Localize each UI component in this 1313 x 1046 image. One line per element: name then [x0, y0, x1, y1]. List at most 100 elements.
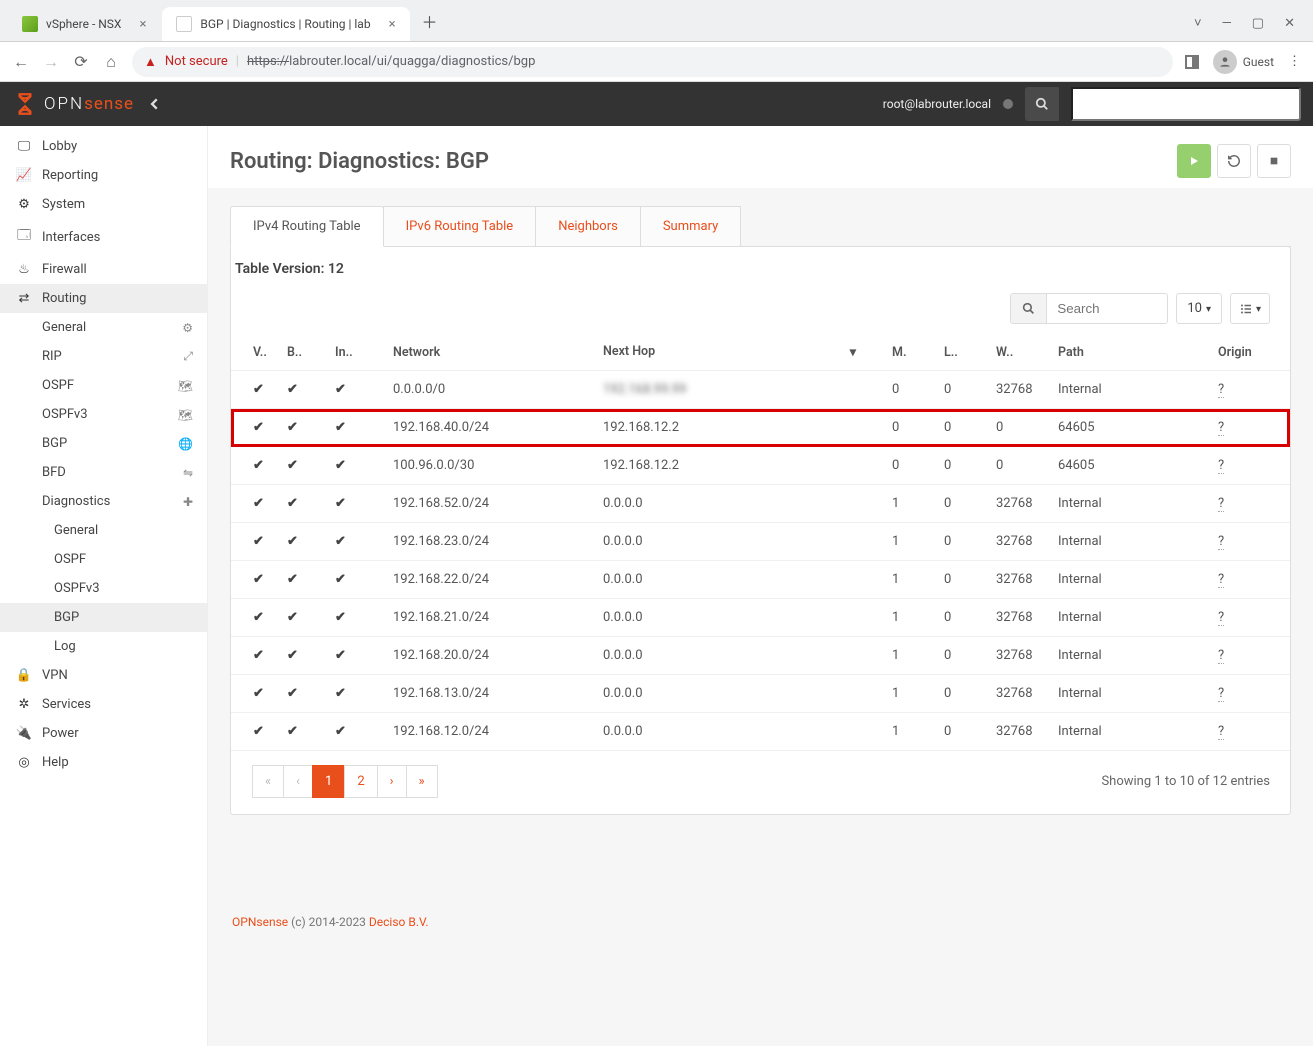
table-row[interactable]: ✔✔✔192.168.40.0/24192.168.12.200064605?	[231, 409, 1290, 447]
table-row[interactable]: ✔✔✔192.168.23.0/240.0.0.01032768Internal…	[231, 523, 1290, 561]
table-row[interactable]: ✔✔✔192.168.20.0/240.0.0.01032768Internal…	[231, 637, 1290, 675]
cell-path: Internal	[1050, 713, 1210, 751]
service-start-button[interactable]	[1177, 144, 1211, 178]
page-next[interactable]: ›	[377, 765, 407, 798]
col-network[interactable]: Network	[385, 334, 595, 371]
address-bar[interactable]: ▲ Not secure | https://labrouter.local/u…	[132, 47, 1173, 77]
cell-locpref: 0	[936, 447, 988, 485]
col-metric[interactable]: M.	[884, 334, 936, 371]
table-row[interactable]: ✔✔✔192.168.52.0/240.0.0.01032768Internal…	[231, 485, 1290, 523]
page-1[interactable]: 1	[312, 765, 345, 798]
home-button[interactable]: ⌂	[102, 52, 120, 72]
sidebar-item-services[interactable]: ✲Services	[0, 690, 207, 719]
service-restart-button[interactable]	[1217, 144, 1251, 178]
browser-tab-bgp[interactable]: BGP | Diagnostics | Routing | lab ×	[162, 7, 409, 41]
content-tabs: IPv4 Routing Table IPv6 Routing Table Ne…	[230, 206, 1291, 247]
table-search-input[interactable]	[1047, 294, 1167, 323]
header-search-input[interactable]	[1071, 87, 1301, 121]
page-prev[interactable]: ‹	[283, 765, 313, 798]
sidebar-item-lobby[interactable]: 🖵Lobby	[0, 132, 207, 161]
header-search-button[interactable]	[1025, 87, 1059, 121]
list-icon	[1239, 303, 1253, 315]
page-first[interactable]: «	[252, 765, 284, 798]
page-last[interactable]: »	[406, 765, 438, 798]
close-icon[interactable]: ×	[389, 17, 396, 32]
logo[interactable]: OPNsense	[12, 91, 134, 117]
cell-metric: 1	[884, 637, 936, 675]
check-icon: ✔	[335, 572, 346, 587]
sidebar-item-system[interactable]: ⚙System	[0, 190, 207, 219]
col-origin[interactable]: Origin	[1210, 334, 1290, 371]
win-close-icon[interactable]: ✕	[1284, 16, 1295, 31]
user-label[interactable]: root@labrouter.local	[883, 97, 991, 111]
cell-network: 192.168.13.0/24	[385, 675, 595, 713]
sidebar-item-vpn[interactable]: 🔒VPN	[0, 661, 207, 690]
col-valid[interactable]: V..	[231, 334, 279, 371]
new-tab-button[interactable]: ＋	[412, 1, 448, 41]
lock-icon: 🔒	[14, 668, 34, 683]
footer-company-link[interactable]: Deciso B.V.	[369, 915, 429, 929]
table-search-button[interactable]	[1011, 294, 1047, 323]
sidebar-diag-ospfv3[interactable]: OSPFv3	[0, 574, 207, 603]
table-row[interactable]: ✔✔✔100.96.0.0/30192.168.12.200064605?	[231, 447, 1290, 485]
tab-ipv4[interactable]: IPv4 Routing Table	[230, 206, 384, 247]
page-2[interactable]: 2	[344, 765, 377, 798]
sidebar-sub-ospfv3[interactable]: OSPFv3🗺	[0, 400, 207, 429]
search-icon	[1035, 97, 1049, 111]
sidebar-sub-general[interactable]: General⚙	[0, 313, 207, 342]
service-stop-button[interactable]	[1257, 144, 1291, 178]
win-dropdown-icon[interactable]: ˅	[1194, 15, 1202, 31]
tab-neighbors[interactable]: Neighbors	[535, 206, 641, 247]
cell-weight: 0	[988, 409, 1050, 447]
sidebar-item-firewall[interactable]: ♨Firewall	[0, 255, 207, 284]
cell-metric: 1	[884, 713, 936, 751]
sidebar-diag-bgp[interactable]: BGP	[0, 603, 207, 632]
expand-icon: ⤢	[183, 349, 193, 364]
col-path[interactable]: Path	[1050, 334, 1210, 371]
close-icon[interactable]: ×	[139, 17, 146, 32]
sidebar-item-power[interactable]: 🔌Power	[0, 719, 207, 748]
col-internal[interactable]: In..	[327, 334, 385, 371]
sidebar-item-reporting[interactable]: 📈Reporting	[0, 161, 207, 190]
panel-icon[interactable]	[1185, 55, 1199, 69]
win-maximize-icon[interactable]: ▢	[1252, 16, 1264, 31]
sidebar-sub-rip[interactable]: RIP⤢	[0, 342, 207, 371]
win-minimize-icon[interactable]: —	[1222, 16, 1232, 31]
chevron-down-icon: ▾	[850, 344, 856, 360]
columns-select[interactable]	[1230, 293, 1270, 324]
sidebar-item-routing[interactable]: ⇄Routing	[0, 284, 207, 313]
col-nexthop[interactable]: Next Hop▾	[595, 334, 884, 371]
table-row[interactable]: ✔✔✔0.0.0.0/0192.168.99.990032768Internal…	[231, 371, 1290, 409]
collapse-sidebar-button[interactable]	[148, 97, 162, 111]
page-size-select[interactable]: 10	[1176, 293, 1222, 324]
browser-tab-vsphere[interactable]: vSphere - NSX ×	[8, 7, 160, 41]
table-row[interactable]: ✔✔✔192.168.12.0/240.0.0.01032768Internal…	[231, 713, 1290, 751]
col-locpref[interactable]: L..	[936, 334, 988, 371]
kebab-menu-icon[interactable]: ⋮	[1288, 54, 1301, 69]
sidebar-sub-bfd[interactable]: BFD⇋	[0, 458, 207, 487]
table-row[interactable]: ✔✔✔192.168.21.0/240.0.0.01032768Internal…	[231, 599, 1290, 637]
sidebar-item-interfaces[interactable]: 🗔Interfaces	[0, 219, 207, 255]
profile-button[interactable]: Guest	[1213, 50, 1274, 74]
reload-button[interactable]: ⟳	[72, 52, 90, 71]
sidebar-diag-general[interactable]: General	[0, 516, 207, 545]
footer-brand-link[interactable]: OPNsense	[232, 915, 288, 929]
col-best[interactable]: B..	[279, 334, 327, 371]
sidebar-diag-ospf[interactable]: OSPF	[0, 545, 207, 574]
sidebar-diag-log[interactable]: Log	[0, 632, 207, 661]
cell-weight: 32768	[988, 561, 1050, 599]
sidebar-sub-bgp[interactable]: BGP🌐	[0, 429, 207, 458]
cell-origin: ?	[1210, 447, 1290, 485]
tab-ipv6[interactable]: IPv6 Routing Table	[383, 206, 537, 247]
cell-network: 192.168.23.0/24	[385, 523, 595, 561]
check-icon: ✔	[253, 686, 264, 701]
sidebar-sub-ospf[interactable]: OSPF🗺	[0, 371, 207, 400]
col-weight[interactable]: W..	[988, 334, 1050, 371]
table-row[interactable]: ✔✔✔192.168.22.0/240.0.0.01032768Internal…	[231, 561, 1290, 599]
sidebar-item-help[interactable]: ◎Help	[0, 748, 207, 777]
sidebar-sub-diagnostics[interactable]: Diagnostics✚	[0, 487, 207, 516]
back-button[interactable]: ←	[12, 52, 30, 72]
table-row[interactable]: ✔✔✔192.168.13.0/240.0.0.01032768Internal…	[231, 675, 1290, 713]
tab-summary[interactable]: Summary	[640, 206, 741, 247]
cell-weight: 0	[988, 447, 1050, 485]
